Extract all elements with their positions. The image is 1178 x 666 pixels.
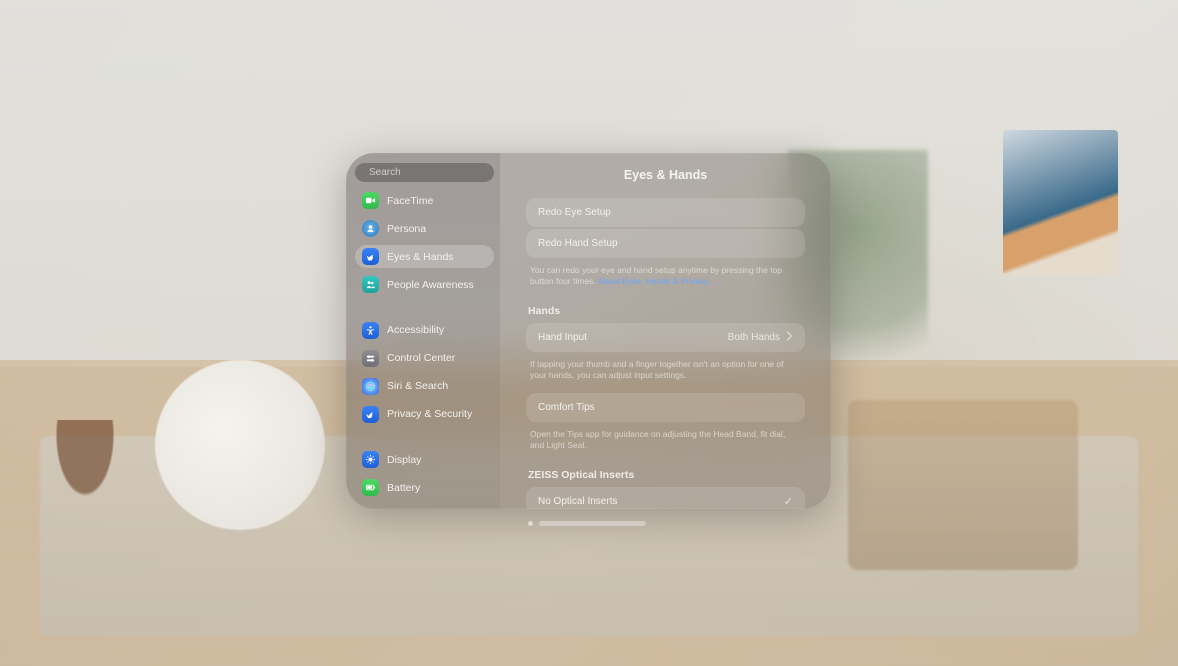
sidebar-item-privacy-security[interactable]: Privacy & Security [355,403,494,426]
hand-raised-icon [362,406,379,423]
comfort-tips-row[interactable]: Comfort Tips [526,393,805,422]
side-table [20,420,150,570]
sidebar-item-label: Eyes & Hands [387,251,454,263]
sidebar-item-label: Privacy & Security [387,408,472,420]
display-icon [362,451,379,468]
battery-icon [362,479,379,496]
page-title: Eyes & Hands [526,168,805,182]
sidebar-item-control-center[interactable]: Control Center [355,347,494,370]
sidebar-item-battery[interactable]: Battery [355,476,494,499]
settings-window: FaceTime Persona Eyes & Hands People Awa… [346,153,831,509]
hand-input-caption: If tapping your thumb and a finger toget… [526,354,805,381]
redo-hand-setup-button[interactable]: Redo Hand Setup [526,229,805,258]
row-label: No Optical Inserts [538,496,617,507]
sidebar-item-label: People Awareness [387,279,474,291]
switches-icon [362,350,379,367]
row-label: Redo Hand Setup [538,238,618,249]
settings-sidebar: FaceTime Persona Eyes & Hands People Awa… [346,153,500,509]
lounge-chair [848,400,1078,570]
sidebar-separator [355,431,494,443]
sidebar-item-eyes-hands[interactable]: Eyes & Hands [355,245,494,268]
checkmark-icon: ✓ [784,495,793,508]
sidebar-item-label: Accessibility [387,324,444,336]
wall-art [1003,130,1118,275]
sidebar-item-label: FaceTime [387,195,433,207]
hand-input-row[interactable]: Hand Input Both Hands [526,323,805,352]
sidebar-item-people-awareness[interactable]: People Awareness [355,273,494,296]
accessibility-icon [362,322,379,339]
zeiss-no-inserts-row[interactable]: No Optical Inserts ✓ [526,487,805,509]
hand-icon [362,248,379,265]
armchair [155,360,325,530]
row-label: Redo Eye Setup [538,207,611,218]
sidebar-item-label: Control Center [387,352,455,364]
search-input[interactable] [369,167,500,178]
video-icon [362,192,379,209]
sidebar-item-display[interactable]: Display [355,448,494,471]
sidebar-item-accessibility[interactable]: Accessibility [355,319,494,342]
window-grabber[interactable] [528,520,646,526]
persona-icon [362,220,379,237]
sidebar-item-facetime[interactable]: FaceTime [355,189,494,212]
sidebar-item-label: Battery [387,482,420,494]
sidebar-separator [355,301,494,313]
chevron-right-icon [786,331,793,344]
search-field[interactable] [355,163,494,182]
people-icon [362,276,379,293]
hands-section-header: Hands [528,305,805,317]
settings-detail: Eyes & Hands Redo Eye Setup Redo Hand Se… [500,153,831,509]
comfort-caption: Open the Tips app for guidance on adjust… [526,424,805,451]
siri-icon [362,378,379,395]
redo-caption: You can redo your eye and hand setup any… [526,260,805,287]
zeiss-section-header: ZEISS Optical Inserts [528,469,805,481]
row-label: Hand Input [538,332,587,343]
sidebar-item-label: Siri & Search [387,380,448,392]
move-bar[interactable] [539,521,646,526]
sidebar-item-persona[interactable]: Persona [355,217,494,240]
sidebar-item-label: Display [387,454,421,466]
sidebar-item-siri-search[interactable]: Siri & Search [355,375,494,398]
row-label: Comfort Tips [538,402,595,413]
sidebar-item-label: Persona [387,223,426,235]
redo-eye-setup-button[interactable]: Redo Eye Setup [526,198,805,227]
hand-input-value: Both Hands [728,332,780,343]
close-dot-icon[interactable] [528,521,533,526]
about-eyes-hands-privacy-link[interactable]: About Eyes, Hands & Privacy… [598,276,718,286]
